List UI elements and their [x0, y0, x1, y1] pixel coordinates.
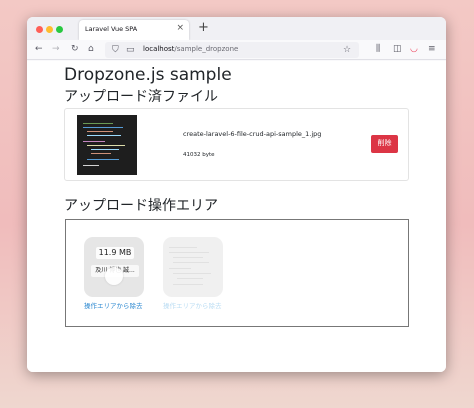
zoom-window-button[interactable]	[56, 26, 63, 33]
shield-icon[interactable]: ⛉	[112, 44, 119, 56]
forward-icon[interactable]: →	[52, 43, 60, 55]
pocket-icon[interactable]: ◡	[410, 43, 418, 55]
dropzone-area[interactable]: 11.9 MB 及川 博也 誠... 操作エリアから除去 操作エリアから除去	[65, 219, 409, 327]
upload-progress-icon	[105, 267, 123, 285]
uploaded-files-heading: アップロード済ファイル	[64, 89, 218, 105]
uploaded-file-size: 41032 byte	[183, 152, 215, 158]
url-host: localhost	[143, 45, 175, 53]
navigation-toolbar: ← → ↻ ⌂ ⛉ ▭ localhost/sample_dropzone ☆ …	[27, 40, 446, 60]
url-bar[interactable]: ⛉ ▭ localhost/sample_dropzone ☆	[105, 42, 359, 58]
tab-strip: Laravel Vue SPA × +	[27, 17, 446, 40]
tab-laravel-vue-spa[interactable]: Laravel Vue SPA ×	[79, 20, 189, 40]
uploaded-file-card: create-laravel-6-file-crud-api-sample_1.…	[64, 108, 409, 181]
reload-icon[interactable]: ↻	[71, 43, 79, 55]
url-text: localhost/sample_dropzone	[143, 45, 238, 53]
bookmark-star-icon[interactable]: ☆	[343, 44, 351, 56]
back-icon[interactable]: ←	[35, 43, 43, 55]
menu-icon[interactable]: ≡	[428, 43, 436, 55]
tab-close-icon[interactable]: ×	[176, 23, 184, 33]
file-preview	[163, 237, 223, 297]
close-window-button[interactable]	[36, 26, 43, 33]
new-tab-button[interactable]: +	[198, 20, 209, 35]
upload-area-heading: アップロード操作エリア	[64, 198, 218, 214]
remove-from-area-link[interactable]: 操作エリアから除去	[163, 300, 222, 310]
uploaded-file-name: create-laravel-6-file-crud-api-sample_1.…	[183, 130, 322, 138]
page-info-icon[interactable]: ▭	[126, 44, 135, 56]
remove-from-area-link[interactable]: 操作エリアから除去	[84, 300, 143, 310]
library-icon[interactable]: ⫼	[376, 43, 380, 55]
page-content: Dropzone.js sample アップロード済ファイル create-la…	[27, 61, 446, 372]
url-path: /sample_dropzone	[174, 45, 239, 53]
preview-file-size: 11.9 MB	[96, 247, 134, 259]
delete-file-button[interactable]: 削除	[371, 135, 398, 153]
page-title: Dropzone.js sample	[64, 65, 232, 85]
tab-title: Laravel Vue SPA	[85, 25, 138, 33]
file-thumbnail	[77, 115, 137, 175]
sidebar-icon[interactable]: ◫	[393, 43, 402, 55]
file-preview: 11.9 MB 及川 博也 誠...	[84, 237, 144, 297]
minimize-window-button[interactable]	[46, 26, 53, 33]
browser-window: Laravel Vue SPA × + ← → ↻ ⌂ ⛉ ▭ localhos…	[27, 17, 446, 372]
home-icon[interactable]: ⌂	[88, 43, 94, 55]
